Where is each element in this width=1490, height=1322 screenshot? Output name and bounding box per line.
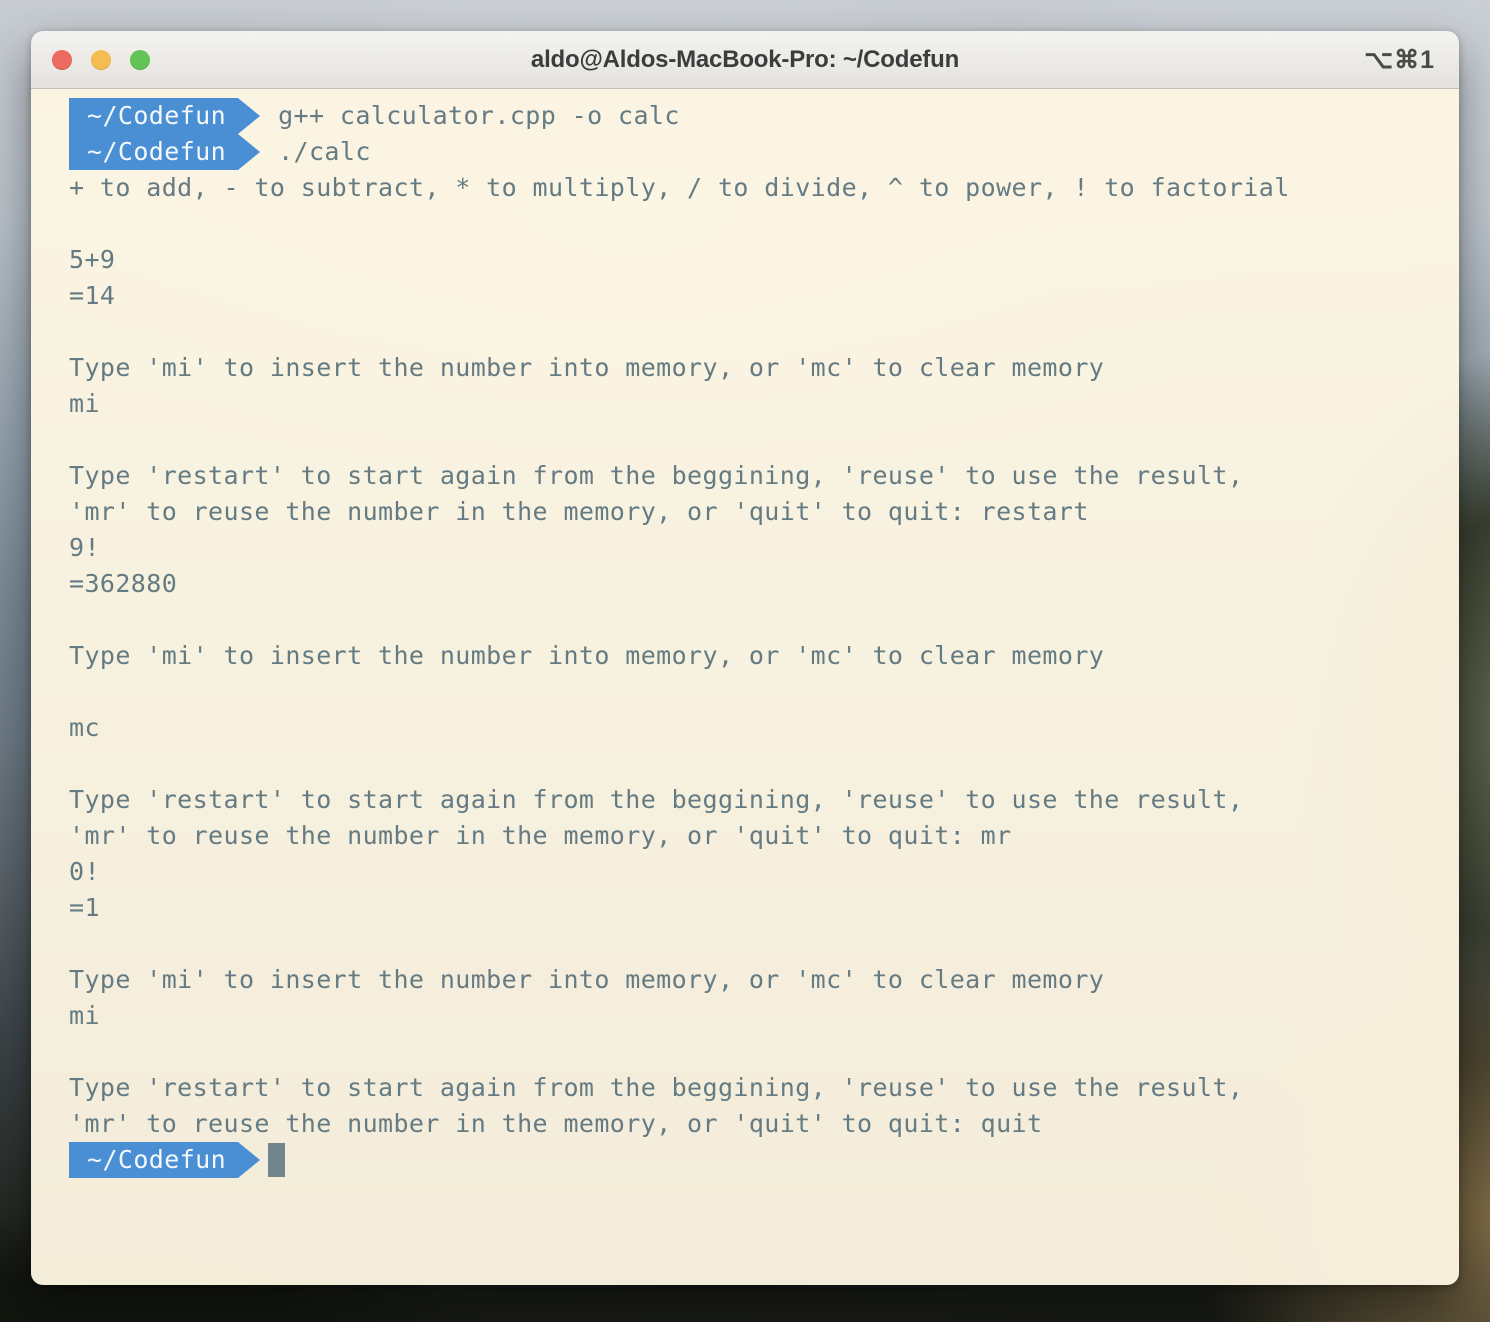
terminal-output-line: Type 'mi' to insert the number into memo… [69,353,1105,382]
terminal-prompt-line: ~/Codefun [31,1142,1459,1178]
terminal-window[interactable]: aldo@Aldos-MacBook-Pro: ~/Codefun ⌥⌘1 ~/… [31,31,1459,1285]
terminal-output-line: mi [69,389,100,418]
terminal-cursor [268,1143,286,1177]
prompt-path-badge: ~/Codefun [69,98,261,134]
terminal-output-line: 5+9 [69,245,116,274]
window-title: aldo@Aldos-MacBook-Pro: ~/Codefun [530,45,960,73]
terminal-output-area[interactable]: ~/Codefun g++ calculator.cpp -o calc ~/Cod… [31,89,1459,1285]
terminal-output-line: Type 'restart' to start again from the b… [69,785,1244,814]
window-title-bar[interactable]: aldo@Aldos-MacBook-Pro: ~/Codefun ⌥⌘1 [31,31,1459,89]
terminal-output-line: =14 [69,281,116,310]
terminal-output-line: mc [69,713,100,742]
minimize-window-button[interactable] [91,49,111,70]
terminal-output-line: 0! [69,857,100,886]
terminal-output-line: 'mr' to reuse the number in the memory, … [69,821,1012,850]
terminal-output-line: =1 [69,893,100,922]
terminal-output-line: 'mr' to reuse the number in the memory, … [69,497,1089,526]
close-window-button[interactable] [52,49,72,70]
terminal-output-line: Type 'restart' to start again from the b… [69,461,1244,490]
terminal-output-line: 'mr' to reuse the number in the memory, … [69,1109,1043,1138]
prompt-path-badge: ~/Codefun [69,134,261,170]
terminal-output-line: Type 'mi' to insert the number into memo… [69,641,1105,670]
terminal-output-line: Type 'mi' to insert the number into memo… [69,965,1105,994]
terminal-command-text: g++ calculator.cpp -o calc [278,101,680,130]
keyboard-shortcut-badge: ⌥⌘1 [1364,45,1435,74]
terminal-output-line: =362880 [69,569,178,598]
terminal-output-line: + to add, - to subtract, * to multiply, … [69,173,1290,202]
window-controls[interactable] [52,49,150,70]
zoom-window-button[interactable] [130,49,150,70]
terminal-output-line: Type 'restart' to start again from the b… [69,1073,1244,1102]
terminal-output-line: 9! [69,533,100,562]
prompt-path-badge: ~/Codefun [69,1142,261,1178]
terminal-prompt-line: ~/Codefun g++ calculator.cpp -o calc [31,98,1459,134]
terminal-prompt-line: ~/Codefun ./calc [31,134,1459,170]
terminal-output-line: mi [69,1001,100,1030]
